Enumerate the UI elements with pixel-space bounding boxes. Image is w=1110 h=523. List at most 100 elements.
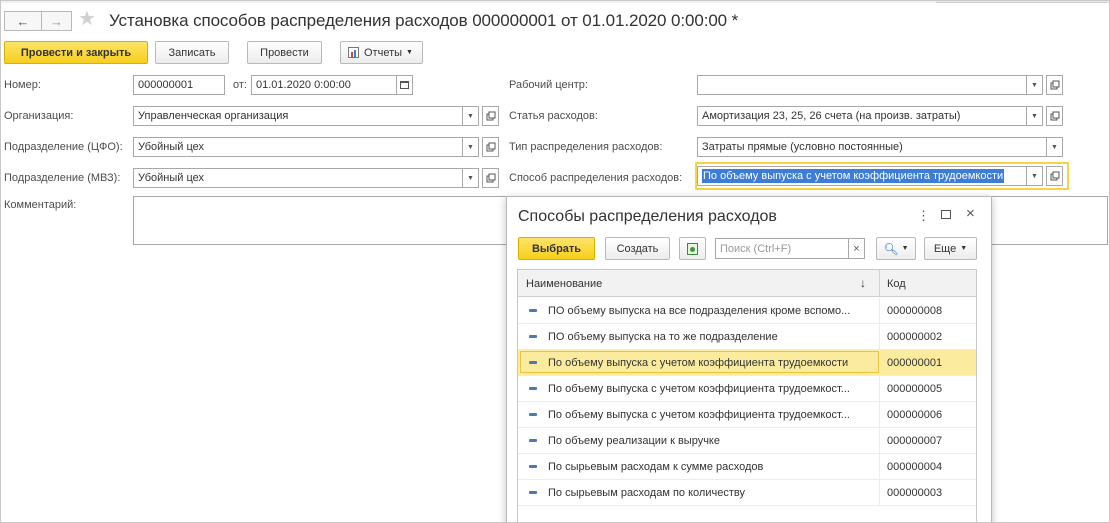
date-field[interactable]: 01.01.2020 0:00:00 [251, 75, 397, 95]
reports-button[interactable]: Отчеты ▼ [340, 41, 423, 64]
mvz-dropdown-button[interactable]: ▼ [462, 168, 479, 188]
methods-table: Наименование ↓ Код ПО объему выпуска на … [517, 269, 977, 523]
org-field[interactable]: Управленческая организация [133, 106, 463, 126]
row-code: 000000002 [887, 331, 943, 343]
mvz-open-button[interactable] [482, 168, 499, 188]
top-tab[interactable] [936, 0, 1108, 3]
more-label: Еще [933, 242, 957, 255]
row-name: По сырьевым расходам к сумме расходов [548, 461, 764, 473]
search-input[interactable]: Поиск (Ctrl+F) [715, 238, 849, 259]
chevron-down-icon: ▼ [1031, 81, 1038, 89]
dist-type-label: Тип распределения расходов: [509, 141, 663, 153]
dist-method-field[interactable]: По объему выпуска с учетом коэффициента … [697, 166, 1027, 186]
number-field[interactable]: 000000001 [133, 75, 225, 95]
chevron-down-icon: ▼ [1031, 112, 1038, 120]
row-code: 000000004 [887, 461, 943, 473]
expense-item-field[interactable]: Амортизация 23, 25, 26 счета (на произв.… [697, 106, 1027, 126]
open-link-icon [1050, 111, 1059, 121]
expense-item-label: Статья расходов: [509, 110, 598, 122]
org-dropdown-button[interactable]: ▼ [462, 106, 479, 126]
search-options-button[interactable]: 🔍︎ ▼ [876, 237, 916, 260]
table-row[interactable]: По объему выпуска с учетом коэффициента … [518, 350, 976, 376]
chevron-down-icon: ▼ [467, 112, 474, 120]
table-header: Наименование ↓ Код [518, 270, 976, 297]
copy-icon [687, 242, 698, 255]
close-icon[interactable]: × [966, 205, 975, 222]
forward-button[interactable]: → [41, 11, 72, 31]
sort-down-icon: ↓ [860, 276, 866, 290]
workcenter-dropdown-button[interactable]: ▼ [1026, 75, 1043, 95]
favorite-star-icon[interactable]: ★ [78, 9, 96, 29]
select-button[interactable]: Выбрать [518, 237, 595, 260]
cfo-field[interactable]: Убойный цех [133, 137, 463, 157]
chevron-down-icon: ▼ [406, 49, 413, 56]
reports-label: Отчеты [364, 46, 403, 59]
workcenter-label: Рабочий центр: [509, 79, 588, 91]
chevron-down-icon: ▼ [467, 174, 474, 182]
table-row[interactable]: По объему выпуска с учетом коэффициента … [518, 402, 976, 428]
dist-type-field[interactable]: Затраты прямые (условно постоянные) [697, 137, 1047, 157]
item-icon [529, 309, 537, 312]
expense-item-open-button[interactable] [1046, 106, 1063, 126]
cfo-dropdown-button[interactable]: ▼ [462, 137, 479, 157]
back-arrow-icon: ← [16, 13, 30, 29]
chevron-down-icon: ▼ [1051, 143, 1058, 151]
row-name: По объему выпуска с учетом коэффициента … [548, 409, 850, 421]
row-name: По объему выпуска с учетом коэффициента … [548, 357, 849, 369]
col-code-header[interactable]: Код [887, 278, 906, 290]
item-icon [529, 361, 537, 364]
mvz-label: Подразделение (МВЗ): [4, 172, 121, 184]
calendar-button[interactable] [396, 75, 413, 95]
mvz-field[interactable]: Убойный цех [133, 168, 463, 188]
open-link-icon [1050, 80, 1059, 90]
row-name: По сырьевым расходам по количеству [548, 487, 745, 499]
open-link-icon [486, 173, 495, 183]
row-name: По объему реализации к выручке [548, 435, 720, 447]
item-icon [529, 387, 537, 390]
expense-item-dropdown-button[interactable]: ▼ [1026, 106, 1043, 126]
row-code: 000000007 [887, 435, 943, 447]
item-icon [529, 491, 537, 494]
dist-method-selected-text: По объему выпуска с учетом коэффициента … [702, 169, 1005, 183]
calendar-icon [400, 81, 409, 89]
item-icon [529, 465, 537, 468]
row-code: 000000008 [887, 305, 943, 317]
row-code: 000000003 [887, 487, 943, 499]
open-link-icon [1050, 171, 1059, 181]
search-clear-button[interactable]: × [848, 238, 865, 259]
open-link-icon [486, 111, 495, 121]
back-button[interactable]: ← [4, 11, 42, 31]
clear-icon: × [853, 242, 860, 255]
table-row[interactable]: По сырьевым расходам к сумме расходов 000… [518, 454, 976, 480]
table-row[interactable]: По объему реализации к выручке 000000007 [518, 428, 976, 454]
workcenter-open-button[interactable] [1046, 75, 1063, 95]
chevron-down-icon: ▼ [467, 143, 474, 151]
cfo-open-button[interactable] [482, 137, 499, 157]
selection-popup: Способы распределения расходов ⋮ × Выбра… [506, 196, 992, 523]
forward-arrow-icon: → [50, 13, 63, 29]
post-button[interactable]: Провести [247, 41, 322, 64]
post-and-close-button[interactable]: Провести и закрыть [4, 41, 148, 64]
more-button[interactable]: Еще ▼ [924, 237, 977, 260]
workcenter-field[interactable] [697, 75, 1027, 95]
dist-type-dropdown-button[interactable]: ▼ [1046, 137, 1063, 157]
save-button[interactable]: Записать [155, 41, 229, 64]
create-button[interactable]: Создать [605, 237, 670, 260]
col-name-header[interactable]: Наименование [526, 278, 602, 290]
table-row[interactable]: По сырьевым расходам по количеству 000000… [518, 480, 976, 506]
dist-method-open-button[interactable] [1046, 166, 1063, 186]
dist-method-label: Способ распределения расходов: [509, 172, 683, 184]
table-row[interactable]: ПО объему выпуска на то же подразделение… [518, 324, 976, 350]
row-code: 000000006 [887, 409, 943, 421]
copy-button[interactable] [679, 237, 706, 260]
dist-method-dropdown-button[interactable]: ▼ [1026, 166, 1043, 186]
row-code: 000000005 [887, 383, 943, 395]
table-row[interactable]: По объему выпуска с учетом коэффициента … [518, 376, 976, 402]
more-vert-icon[interactable]: ⋮ [917, 208, 930, 224]
table-row[interactable]: ПО объему выпуска на все подразделения к… [518, 298, 976, 324]
chevron-down-icon: ▼ [960, 245, 968, 252]
org-open-button[interactable] [482, 106, 499, 126]
maximize-icon[interactable] [941, 210, 951, 219]
org-label: Организация: [4, 110, 74, 122]
row-name: ПО объему выпуска на то же подразделение [548, 331, 778, 343]
